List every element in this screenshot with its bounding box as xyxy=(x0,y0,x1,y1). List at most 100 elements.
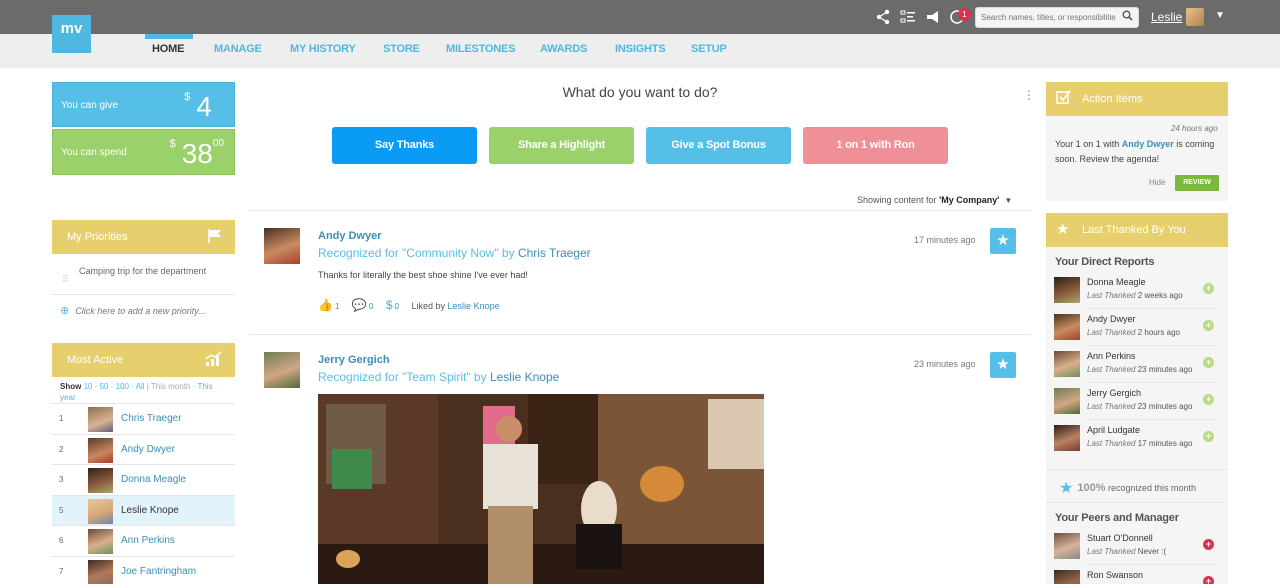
most-active-row[interactable]: 5 Leslie Knope xyxy=(52,495,235,525)
review-button[interactable]: REVIEW xyxy=(1175,175,1219,191)
search-icon[interactable] xyxy=(1122,10,1133,24)
comment-icon[interactable]: 💬 xyxy=(352,298,367,312)
more-options-icon[interactable]: ⋮ xyxy=(1023,88,1035,102)
give-balance-card: You can give $4 xyxy=(52,82,235,127)
peer-row[interactable]: Stuart O'Donnell Last Thanked Never :( + xyxy=(1046,528,1220,565)
direct-report-row[interactable]: Ann Perkins Last Thanked 23 minutes ago … xyxy=(1046,346,1220,383)
post-author[interactable]: Jerry Gergich xyxy=(318,354,390,366)
divider xyxy=(249,334,1031,335)
add-thanks-icon[interactable]: + xyxy=(1203,394,1214,405)
dollar-icon[interactable]: $ xyxy=(386,298,393,312)
megaphone-icon[interactable] xyxy=(925,9,941,25)
hide-link[interactable]: Hide xyxy=(1149,178,1165,187)
caret-down-icon[interactable]: ▼ xyxy=(1215,10,1225,21)
tab-milestones[interactable]: MILESTONES xyxy=(446,43,516,55)
person-name[interactable]: Stuart O'Donnell xyxy=(1087,533,1153,543)
person-name[interactable]: Ann Perkins xyxy=(1087,351,1136,361)
content-filter-value[interactable]: 'My Company' xyxy=(939,195,999,205)
user-menu-name[interactable]: Leslie xyxy=(1151,10,1182,24)
add-thanks-icon[interactable]: + xyxy=(1203,357,1214,368)
filter-50[interactable]: 50 xyxy=(100,382,109,391)
person-name[interactable]: Joe Fantringham xyxy=(121,566,196,577)
person-name[interactable]: April Ludgate xyxy=(1087,425,1140,435)
star-icon: ★ xyxy=(1056,221,1070,238)
say-thanks-button[interactable]: Say Thanks xyxy=(332,127,477,164)
spot-bonus-button[interactable]: Give a Spot Bonus xyxy=(646,127,791,164)
caret-down-icon[interactable]: ▼ xyxy=(1004,196,1012,205)
last-thanked-when: 17 minutes ago xyxy=(1137,439,1193,448)
most-active-row[interactable]: 6 Ann Perkins xyxy=(52,525,235,555)
direct-reports-title: Your Direct Reports xyxy=(1055,256,1155,268)
person-name[interactable]: Ron Swanson xyxy=(1087,570,1143,580)
share-highlight-button[interactable]: Share a Highlight xyxy=(489,127,634,164)
priority-item[interactable]: ⠿ Camping trip for the department xyxy=(52,258,235,295)
avatar xyxy=(1054,351,1080,377)
drag-handle-icon[interactable]: ⠿ xyxy=(62,274,69,285)
search-box[interactable] xyxy=(975,7,1139,28)
person-name[interactable]: Andy Dwyer xyxy=(121,444,175,455)
avatar xyxy=(1054,277,1080,303)
most-active-row[interactable]: 2 Andy Dwyer xyxy=(52,434,235,464)
tab-insights[interactable]: INSIGHTS xyxy=(615,43,666,55)
avatar[interactable] xyxy=(264,228,300,264)
star-icon[interactable]: ★ xyxy=(990,352,1016,378)
percent-value: 100% xyxy=(1077,482,1106,494)
most-active-header: Most Active xyxy=(52,343,235,377)
person-name[interactable]: Andy Dwyer xyxy=(1087,314,1136,324)
tab-home[interactable]: HOME xyxy=(152,43,184,55)
avatar[interactable] xyxy=(264,352,300,388)
thumbs-up-icon[interactable]: 👍 xyxy=(318,298,333,312)
filter-10[interactable]: 10 xyxy=(84,382,93,391)
peer-row[interactable]: Ron Swanson + xyxy=(1046,565,1220,584)
post-photo[interactable] xyxy=(318,394,764,584)
person-name[interactable]: Donna Meagle xyxy=(121,474,186,485)
filter-all[interactable]: All xyxy=(136,382,145,391)
last-thanked-info: Last Thanked 2 hours ago xyxy=(1087,328,1180,337)
most-active-row[interactable]: 3 Donna Meagle xyxy=(52,464,235,494)
most-active-row[interactable]: 1 Chris Traeger xyxy=(52,403,235,433)
add-thanks-icon[interactable]: + xyxy=(1203,320,1214,331)
person-name[interactable]: Donna Meagle xyxy=(1087,277,1146,287)
notification-count-badge[interactable]: 1 xyxy=(958,8,971,21)
direct-report-row[interactable]: Andy Dwyer Last Thanked 2 hours ago + xyxy=(1046,309,1220,346)
one-on-one-button[interactable]: 1 on 1 with Ron xyxy=(803,127,948,164)
tab-store[interactable]: STORE xyxy=(383,43,420,55)
add-thanks-icon[interactable]: + xyxy=(1203,431,1214,442)
person-name[interactable]: Ann Perkins xyxy=(121,535,175,546)
tab-manage[interactable]: MANAGE xyxy=(214,43,262,55)
checklist-icon[interactable] xyxy=(900,9,916,25)
spend-label: You can spend xyxy=(61,147,127,158)
priority-text: Camping trip for the department xyxy=(79,266,207,276)
liked-by-name[interactable]: Leslie Knope xyxy=(448,301,500,311)
app-logo[interactable]: mv xyxy=(52,15,91,53)
star-icon[interactable]: ★ xyxy=(990,228,1016,254)
person-name[interactable]: Jerry Gergich xyxy=(1087,388,1141,398)
direct-report-row[interactable]: Jerry Gergich Last Thanked 23 minutes ag… xyxy=(1046,383,1220,420)
tab-setup[interactable]: SETUP xyxy=(691,43,727,55)
direct-report-row[interactable]: Donna Meagle Last Thanked 2 weeks ago + xyxy=(1046,272,1220,309)
filter-100[interactable]: 100 xyxy=(116,382,129,391)
filter-this-month[interactable]: This month xyxy=(151,382,191,391)
add-circle-icon[interactable]: ⊕ xyxy=(60,305,69,317)
share-icon[interactable] xyxy=(875,9,891,25)
recognized-by[interactable]: Chris Traeger xyxy=(518,246,591,260)
avatar xyxy=(88,560,113,584)
person-name[interactable]: Leslie Knope xyxy=(121,505,179,516)
avatar xyxy=(1054,533,1080,559)
content-filter[interactable]: Showing content for 'My Company' ▼ xyxy=(857,195,1012,205)
person-name[interactable]: Chris Traeger xyxy=(121,413,182,424)
tab-my-history[interactable]: MY HISTORY xyxy=(290,43,356,55)
add-thanks-icon[interactable]: + xyxy=(1203,576,1214,584)
search-input[interactable] xyxy=(976,8,1116,27)
user-avatar[interactable] xyxy=(1186,8,1204,26)
add-thanks-icon[interactable]: + xyxy=(1203,283,1214,294)
add-thanks-icon[interactable]: + xyxy=(1203,539,1214,550)
add-priority-input[interactable]: ⊕ Click here to add a new priority... xyxy=(60,304,206,317)
direct-report-row[interactable]: April Ludgate Last Thanked 17 minutes ag… xyxy=(1046,420,1220,457)
action-person-link[interactable]: Andy Dwyer xyxy=(1122,139,1174,149)
spend-amount: $3800 xyxy=(170,138,224,170)
post-author[interactable]: Andy Dwyer xyxy=(318,230,382,242)
recognized-by[interactable]: Leslie Knope xyxy=(490,370,559,384)
most-active-row[interactable]: 7 Joe Fantringham xyxy=(52,556,235,584)
tab-awards[interactable]: AWARDS xyxy=(540,43,587,55)
